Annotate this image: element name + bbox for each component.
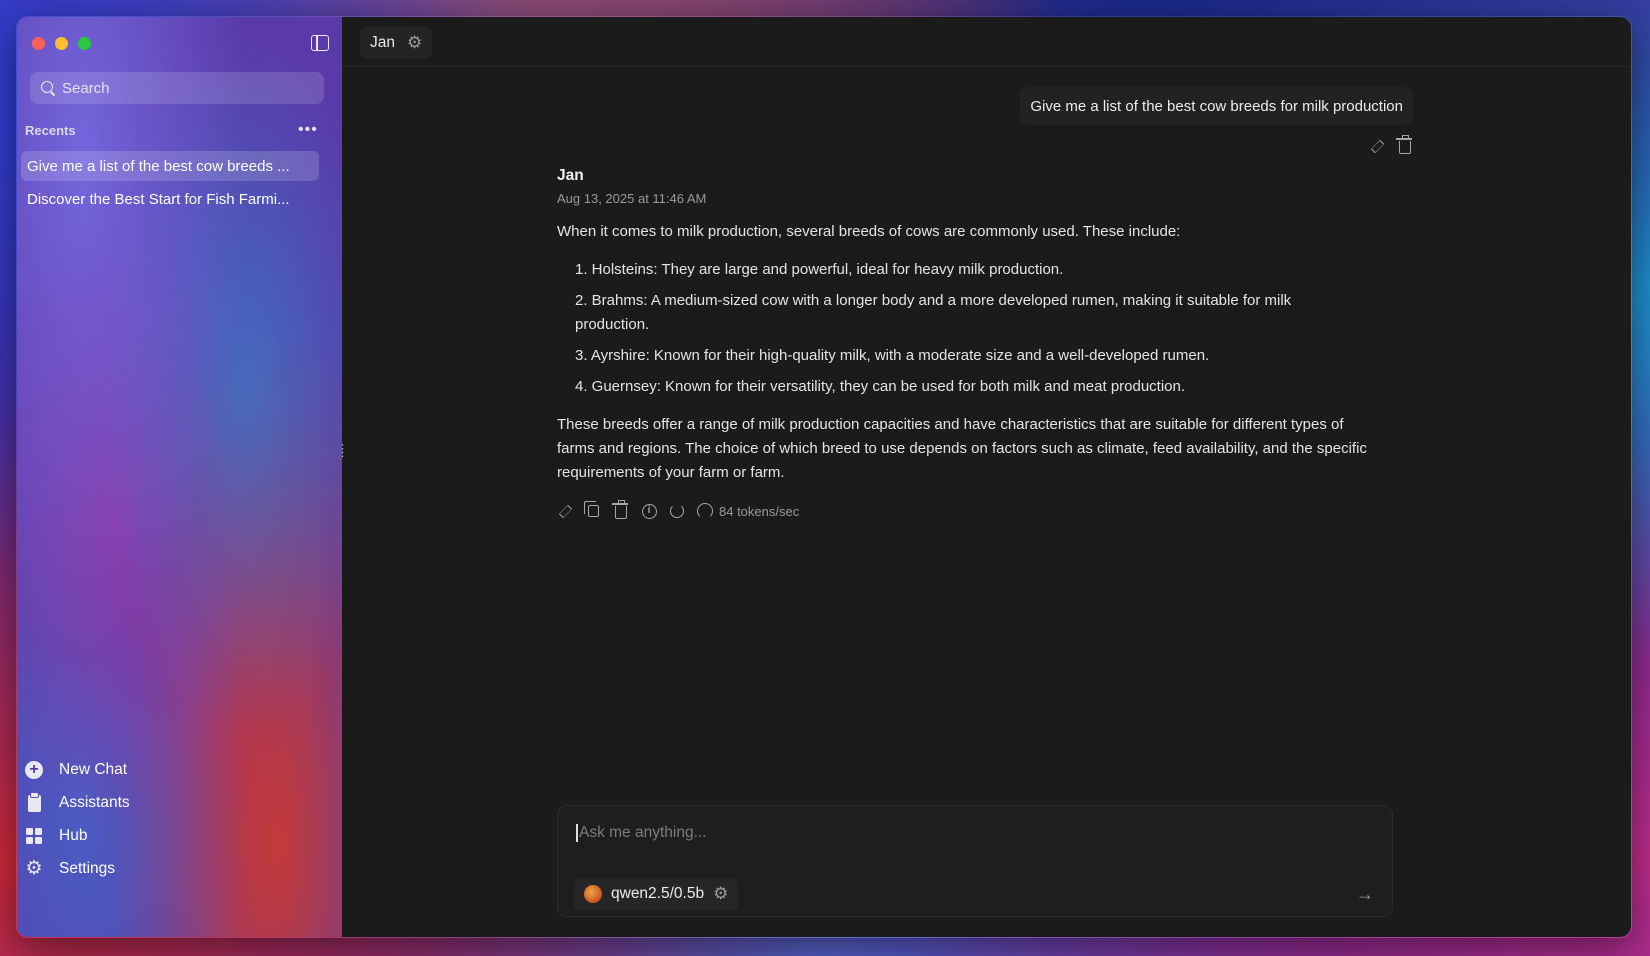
model-selector[interactable]: qwen2.5/0.5b ⚙ <box>574 878 739 910</box>
chat-panel: ⋮ ⋮ Jan ⚙ Give me a list of the best cow … <box>337 17 1631 937</box>
info-icon[interactable]: i <box>641 503 657 519</box>
more-options-icon[interactable]: ••• <box>298 121 318 139</box>
token-speed: 84 tokens/sec <box>697 503 799 519</box>
edit-icon[interactable] <box>1369 138 1385 154</box>
recent-thread-item[interactable]: Give me a list of the best cow breeds ..… <box>21 151 319 181</box>
model-name: qwen2.5/0.5b <box>611 885 705 902</box>
nav-label: Settings <box>59 860 116 877</box>
sidebar: Recents ••• Give me a list of the best c… <box>17 17 342 937</box>
window-controls <box>32 37 91 50</box>
chat-input[interactable] <box>576 824 1356 842</box>
recent-thread-label: Give me a list of the best cow breeds ..… <box>27 157 290 175</box>
resize-handle[interactable]: ⋮ ⋮ <box>337 444 348 459</box>
breed-list: 1. Holsteins: They are large and powerfu… <box>557 258 1357 399</box>
user-message-actions <box>1369 135 1413 154</box>
token-speed-label: 84 tokens/sec <box>719 503 800 519</box>
close-window-button[interactable] <box>32 37 45 50</box>
list-item: 3. Ayrshire: Known for their high-qualit… <box>575 347 1210 364</box>
chat-header: Jan ⚙ <box>342 17 1631 67</box>
message-outro: These breeds offer a range of milk produ… <box>557 416 1367 481</box>
nav-settings[interactable]: ⚙ Settings <box>25 854 325 884</box>
nav-label: Assistants <box>59 794 130 811</box>
list-item: 2. Brahms: A medium-sized cow with a lon… <box>575 292 1292 333</box>
list-item: 4. Guernsey: Known for their versatility… <box>575 378 1186 395</box>
search-icon <box>40 80 56 96</box>
sidebar-toggle-icon[interactable] <box>311 35 329 51</box>
model-logo-icon <box>584 885 602 903</box>
nav-hub[interactable]: Hub <box>25 821 325 851</box>
assistant-message: Jan Aug 13, 2025 at 11:46 AM When it com… <box>557 167 1367 519</box>
grid-icon <box>25 827 43 845</box>
message-timestamp: Aug 13, 2025 at 11:46 AM <box>557 191 707 206</box>
copy-icon[interactable] <box>583 501 601 519</box>
assistant-message-author: Jan <box>557 167 584 184</box>
message-intro: When it comes to milk production, severa… <box>557 223 1181 240</box>
search-input[interactable] <box>62 79 302 97</box>
message-composer: qwen2.5/0.5b ⚙ → <box>557 805 1393 917</box>
recent-thread-item[interactable]: Discover the Best Start for Fish Farmi..… <box>21 184 319 214</box>
plus-circle-icon: + <box>25 761 43 779</box>
assistant-selector[interactable]: Jan ⚙ <box>360 27 433 59</box>
recent-thread-label: Discover the Best Start for Fish Farmi..… <box>27 190 290 208</box>
gear-icon: ⚙ <box>25 858 43 879</box>
minimize-window-button[interactable] <box>55 37 68 50</box>
recents-heading: Recents <box>25 123 76 138</box>
user-message-bubble: Give me a list of the best cow breeds fo… <box>1020 87 1413 125</box>
nav-label: Hub <box>59 827 88 844</box>
user-message-text: Give me a list of the best cow breeds fo… <box>1030 97 1403 115</box>
model-settings-icon[interactable]: ⚙ <box>713 884 728 904</box>
nav-label: New Chat <box>59 761 128 778</box>
nav-assistants[interactable]: Assistants <box>25 788 325 818</box>
delete-icon[interactable] <box>612 500 629 519</box>
search-box[interactable] <box>30 72 324 104</box>
regenerate-icon[interactable] <box>669 503 685 519</box>
list-item: 1. Holsteins: They are large and powerfu… <box>575 261 1064 278</box>
delete-icon[interactable] <box>1396 135 1413 154</box>
assistant-name: Jan <box>370 34 395 51</box>
clipboard-icon <box>25 792 43 812</box>
assistant-message-actions: i 84 tokens/sec <box>557 500 1357 519</box>
app-window: Recents ••• Give me a list of the best c… <box>16 16 1632 938</box>
speedometer-icon <box>697 503 713 519</box>
edit-icon[interactable] <box>557 503 573 519</box>
zoom-window-button[interactable] <box>78 37 91 50</box>
assistant-settings-icon[interactable]: ⚙ <box>407 33 422 53</box>
send-arrow-icon[interactable]: → <box>1356 884 1374 905</box>
nav-new-chat[interactable]: + New Chat <box>25 755 325 785</box>
